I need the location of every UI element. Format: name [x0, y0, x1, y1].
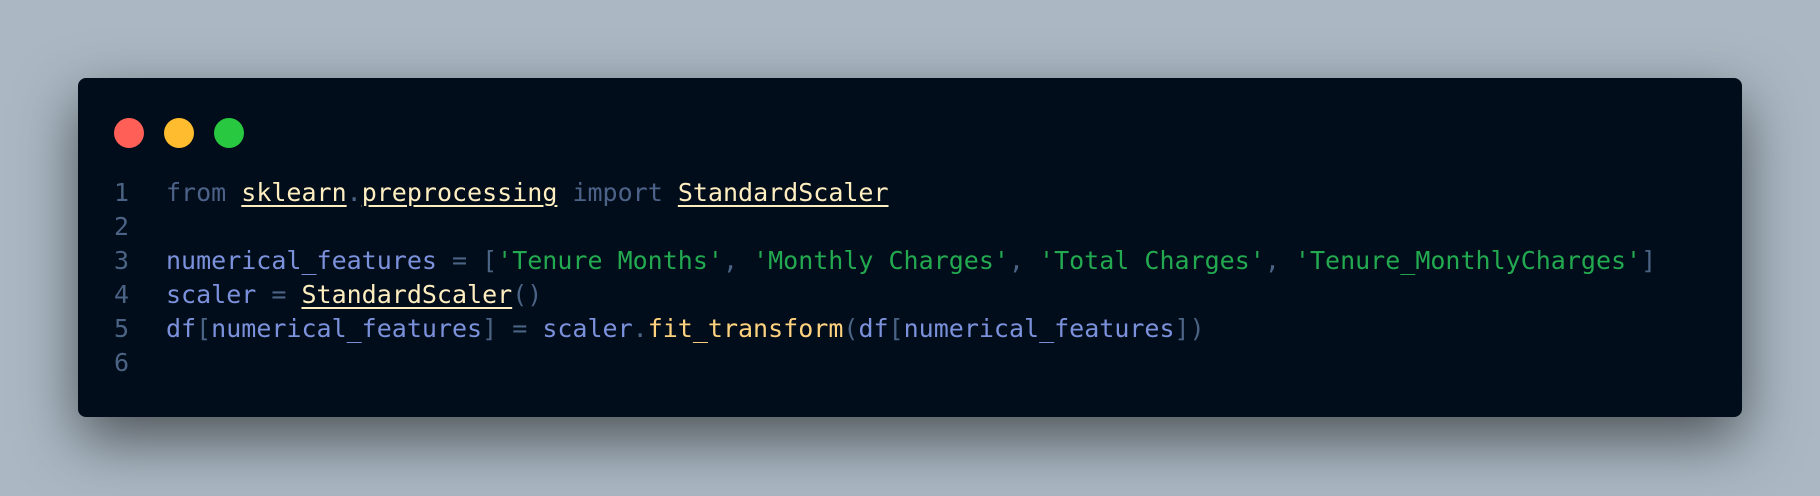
code-token-mod: preprocessing [361, 178, 558, 207]
code-token-var: numerical_features [211, 314, 483, 343]
code-token-var: numerical_features [166, 246, 437, 275]
code-line-content: df[numerical_features] = scaler.fit_tran… [166, 312, 1205, 346]
code-line: 1 from sklearn.preprocessing import Stand… [114, 176, 1656, 210]
code-token-punc: ] = [482, 314, 543, 343]
code-block: 1 from sklearn.preprocessing import Stand… [114, 176, 1656, 380]
code-token-punc: ]) [1174, 314, 1205, 343]
code-token-kw: from [166, 178, 227, 207]
code-token-mod: StandardScaler [301, 280, 513, 309]
code-token-punc: , [1264, 246, 1295, 275]
line-number: 1 [114, 178, 130, 207]
code-token-punc: , [722, 246, 754, 275]
code-token-str: 'Tenure_MonthlyCharges' [1294, 246, 1642, 275]
minimize-dot-icon[interactable] [164, 118, 194, 148]
code-token-punc [226, 178, 241, 207]
code-token-punc: . [346, 178, 362, 207]
line-number: 4 [114, 280, 130, 309]
code-token-fn: fit_transform [647, 314, 844, 343]
close-dot-icon[interactable] [114, 118, 144, 148]
code-token-punc: ] [1641, 246, 1657, 275]
code-line: 4 scaler = StandardScaler() [114, 278, 1656, 312]
code-token-var: scaler [542, 314, 633, 343]
code-token-punc: [ [888, 314, 904, 343]
code-token-var: df [858, 314, 889, 343]
code-token-str: 'Monthly Charges' [753, 246, 1009, 275]
line-number: 6 [114, 348, 130, 377]
code-line: 6 [114, 346, 1656, 380]
code-line: 2 [114, 210, 1656, 244]
code-line: 5 df[numerical_features] = scaler.fit_tra… [114, 312, 1656, 346]
code-token-punc [557, 178, 572, 207]
code-token-kw: import [572, 178, 663, 207]
code-line-content: scaler = StandardScaler() [166, 278, 542, 312]
code-token-var: scaler [166, 280, 257, 309]
code-token-punc: [ [196, 314, 212, 343]
code-token-punc: = [ [436, 246, 498, 275]
code-token-punc: . [632, 314, 648, 343]
line-number: 2 [114, 212, 130, 241]
code-token-mod: StandardScaler [677, 178, 889, 207]
code-token-var: df [166, 314, 197, 343]
code-token-punc: , [1008, 246, 1040, 275]
window-controls [114, 118, 244, 148]
maximize-dot-icon[interactable] [214, 118, 244, 148]
code-token-str: 'Total Charges' [1039, 246, 1265, 275]
line-number: 3 [114, 246, 130, 275]
code-line-content: numerical_features = ['Tenure Months', '… [166, 244, 1656, 278]
code-token-str: 'Tenure Months' [497, 246, 723, 275]
code-token-punc: = [256, 280, 302, 309]
code-window: 1 from sklearn.preprocessing import Stand… [78, 78, 1742, 417]
code-token-punc [663, 178, 678, 207]
code-token-punc: () [512, 280, 543, 309]
code-token-punc: ( [843, 314, 859, 343]
code-token-var: numerical_features [903, 314, 1175, 343]
code-line: 3 numerical_features = ['Tenure Months', … [114, 244, 1656, 278]
line-number: 5 [114, 314, 130, 343]
code-line-content: from sklearn.preprocessing import Standa… [166, 176, 889, 210]
code-token-mod: sklearn [241, 178, 347, 207]
